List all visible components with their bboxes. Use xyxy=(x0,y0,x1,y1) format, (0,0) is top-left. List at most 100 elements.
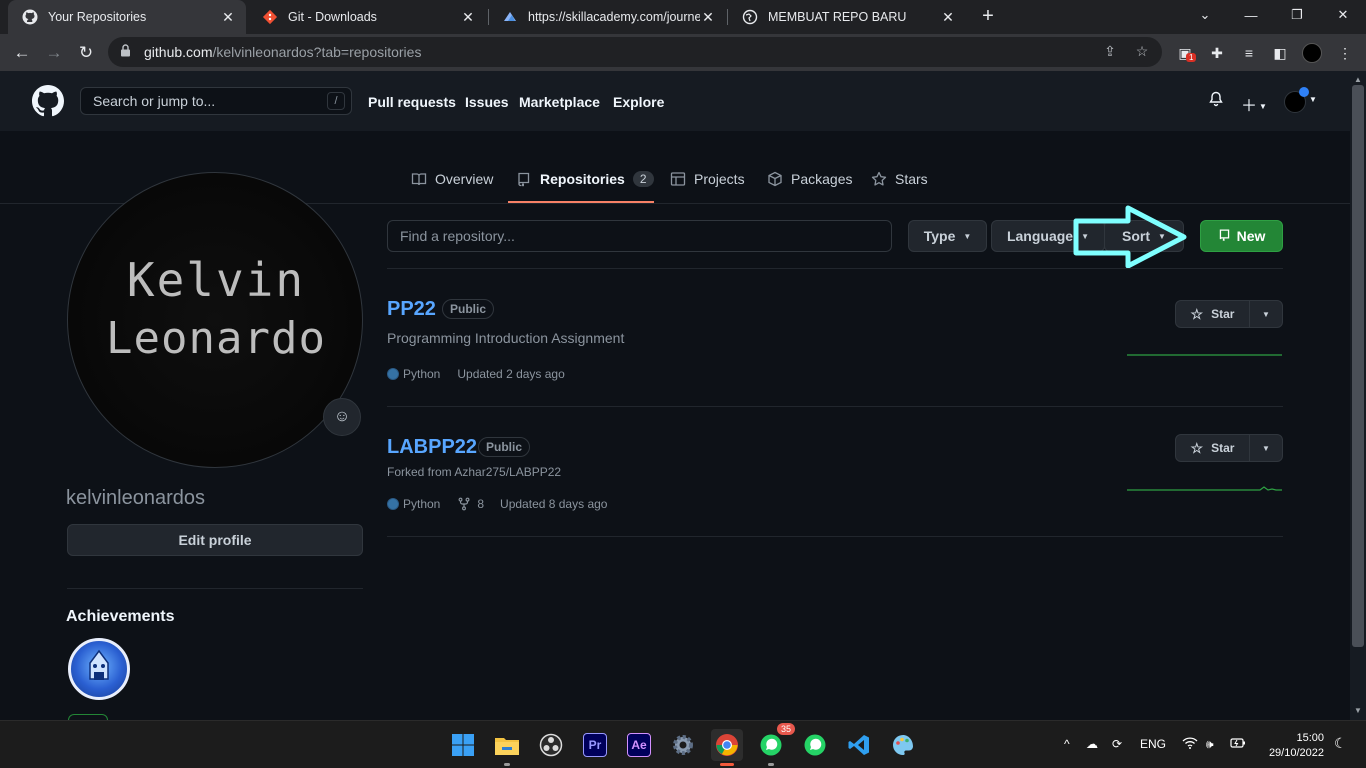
repo-name-link[interactable]: LABPP22 xyxy=(387,436,477,459)
type-label: Type xyxy=(923,228,956,244)
avatar-text-line1: Kelvin xyxy=(126,253,306,307)
avatar-caret-icon[interactable]: ▼ xyxy=(1309,95,1317,104)
side-panel-icon[interactable]: ◧ xyxy=(1269,42,1291,64)
paint-icon[interactable] xyxy=(887,729,919,761)
repo-name-link[interactable]: PP22 xyxy=(387,298,436,321)
repositories-count-badge: 2 xyxy=(632,171,654,187)
visibility-badge: Public xyxy=(478,437,531,457)
share-icon[interactable]: ⇪ xyxy=(1100,41,1120,61)
profile-avatar[interactable]: Kelvin Leonardo xyxy=(67,172,363,468)
extension-icon[interactable]: ▣ 1 xyxy=(1174,42,1197,64)
visibility-badge: Public xyxy=(442,299,495,319)
tab-packages[interactable]: Packages xyxy=(767,171,852,203)
reload-icon[interactable]: ↻ xyxy=(72,39,100,67)
battery-icon[interactable] xyxy=(1230,737,1246,752)
repo-list-divider xyxy=(387,268,1283,269)
premiere-pro-icon[interactable]: Pr xyxy=(579,729,611,761)
media-control-icon[interactable]: ≡ xyxy=(1238,42,1260,64)
page-scrollbar[interactable]: ▲ ▼ xyxy=(1350,71,1366,720)
forward-arrow-icon[interactable]: → xyxy=(40,39,68,67)
type-dropdown[interactable]: Type ▼ xyxy=(908,220,987,252)
scroll-down-icon[interactable]: ▼ xyxy=(1353,706,1363,715)
tab-title: Git - Downloads xyxy=(288,10,377,24)
notification-count-badge: 35 xyxy=(776,723,795,735)
do-not-disturb-moon-icon[interactable]: ☾ xyxy=(1334,735,1347,752)
close-window-button[interactable]: ✕ xyxy=(1320,0,1366,30)
star-list-caret-icon[interactable]: ▼ xyxy=(1250,435,1282,461)
nav-marketplace[interactable]: Marketplace xyxy=(519,94,600,110)
close-tab-icon[interactable]: ✕ xyxy=(940,9,956,26)
bookmark-star-icon[interactable]: ☆ xyxy=(1132,41,1152,61)
search-placeholder: Search or jump to... xyxy=(93,93,216,109)
chrome-icon[interactable] xyxy=(711,729,743,766)
new-button-label: New xyxy=(1236,228,1266,244)
after-effects-icon[interactable]: Ae xyxy=(623,729,655,761)
tab-membuat-repo-baru[interactable]: MEMBUAT REPO BARU ✕ xyxy=(728,0,966,34)
windows-start-icon[interactable] xyxy=(447,729,479,761)
find-repository-input[interactable]: Find a repository... xyxy=(387,220,892,252)
more-menu-icon[interactable]: ⋮ xyxy=(1334,42,1356,64)
new-repository-button[interactable]: New xyxy=(1200,220,1283,252)
browser-tabbar: Your Repositories ✕ Git - Downloads ✕ ht… xyxy=(0,0,1366,34)
tab-repositories-label: Repositories xyxy=(540,171,625,187)
github-logo-icon[interactable] xyxy=(32,85,64,122)
tab-your-repositories[interactable]: Your Repositories ✕ xyxy=(8,0,246,34)
tab-title: MEMBUAT REPO BARU xyxy=(768,10,907,24)
settings-gear-icon[interactable] xyxy=(667,729,699,761)
maximize-button[interactable]: ❐ xyxy=(1274,0,1320,30)
volume-icon[interactable]: 🕪 xyxy=(1206,737,1214,752)
tab-overview[interactable]: Overview xyxy=(411,171,493,203)
new-tab-button[interactable]: + xyxy=(976,5,1000,29)
tab-stars[interactable]: Stars xyxy=(871,171,928,203)
star-list-caret-icon[interactable]: ▼ xyxy=(1250,301,1282,327)
star-button[interactable]: ☆ Star ▼ xyxy=(1175,434,1283,462)
nav-explore[interactable]: Explore xyxy=(613,94,664,110)
profile-avatar-icon[interactable] xyxy=(1301,42,1323,64)
star-icon xyxy=(871,171,887,187)
scroll-up-icon[interactable]: ▲ xyxy=(1353,75,1363,84)
achievement-badge-icon[interactable] xyxy=(68,638,130,700)
create-new-plus-icon[interactable]: ＋ ▼ xyxy=(1241,92,1267,116)
edit-profile-button[interactable]: Edit profile xyxy=(67,524,363,556)
tab-search-chevron-icon[interactable]: ⌄ xyxy=(1182,0,1228,30)
show-hidden-icons-chevron-icon[interactable]: ^ xyxy=(1064,737,1070,751)
tab-git-downloads[interactable]: Git - Downloads ✕ xyxy=(248,0,486,34)
search-input[interactable]: Search or jump to... / xyxy=(80,87,352,115)
close-tab-icon[interactable]: ✕ xyxy=(460,9,476,26)
nav-issues[interactable]: Issues xyxy=(465,94,509,110)
activity-sparkline xyxy=(1127,486,1282,491)
star-icon: ☆ xyxy=(1190,439,1204,456)
minimize-button[interactable]: — xyxy=(1228,0,1274,30)
wifi-icon[interactable] xyxy=(1182,737,1198,752)
tab-repositories[interactable]: Repositories 2 xyxy=(508,171,654,203)
avatar[interactable] xyxy=(1284,87,1309,113)
close-tab-icon[interactable]: ✕ xyxy=(700,9,716,26)
repo-language: Python xyxy=(403,367,441,381)
language-color-dot xyxy=(387,498,399,510)
whatsapp-business-icon[interactable]: 35 xyxy=(755,723,795,766)
puzzle-icon[interactable]: ✚ xyxy=(1206,42,1228,64)
close-tab-icon[interactable]: ✕ xyxy=(220,9,236,26)
achievements-title[interactable]: Achievements xyxy=(66,608,175,626)
file-explorer-icon[interactable] xyxy=(491,729,523,766)
sync-icon[interactable]: ⟳ xyxy=(1112,737,1122,751)
set-status-smiley-icon[interactable]: ☺ xyxy=(323,398,361,436)
whatsapp-icon[interactable] xyxy=(799,729,831,761)
system-clock[interactable]: 15:00 29/10/2022 xyxy=(1262,731,1324,761)
obs-studio-icon[interactable] xyxy=(535,729,567,761)
scrollbar-thumb[interactable] xyxy=(1352,85,1364,647)
onedrive-cloud-icon[interactable]: ☁ xyxy=(1086,737,1098,751)
nav-pull-requests[interactable]: Pull requests xyxy=(368,94,456,110)
tab-projects[interactable]: Projects xyxy=(670,171,745,203)
tab-overview-label: Overview xyxy=(435,171,494,187)
vscode-icon[interactable] xyxy=(843,729,875,761)
back-arrow-icon[interactable]: ← xyxy=(8,39,36,67)
address-bar[interactable]: github.com/kelvinleonardos?tab=repositor… xyxy=(108,37,1162,67)
tab-skillacademy[interactable]: https://skillacademy.com/journey ✕ xyxy=(488,0,726,34)
forked-from-link[interactable]: Forked from Azhar275/LABPP22 xyxy=(387,465,561,479)
tab-title: Your Repositories xyxy=(48,10,147,24)
bell-icon[interactable] xyxy=(1208,91,1224,110)
input-language-indicator[interactable]: ENG xyxy=(1140,737,1166,751)
star-button[interactable]: ☆ Star ▼ xyxy=(1175,300,1283,328)
forks-link[interactable]: 8 xyxy=(457,497,484,511)
